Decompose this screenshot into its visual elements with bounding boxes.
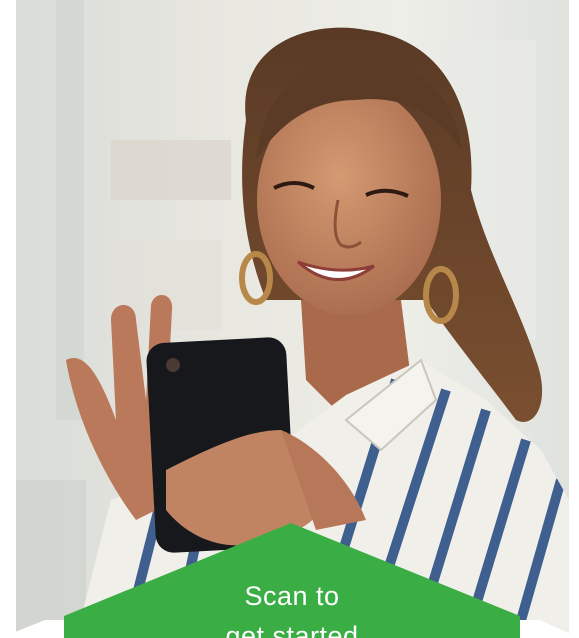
promo-banner bbox=[0, 523, 579, 638]
cta-line-1: Scan to bbox=[244, 581, 340, 611]
cta-line-2: get started bbox=[225, 621, 359, 638]
scan-cta[interactable]: Scan to get started bbox=[64, 576, 520, 638]
promo-card: Scan to get started bbox=[0, 0, 579, 638]
